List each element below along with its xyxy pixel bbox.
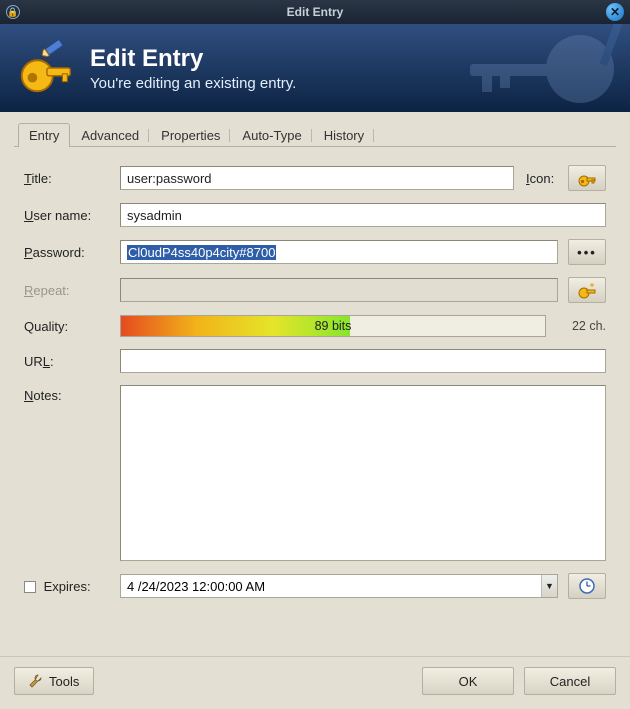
icon-button[interactable] (568, 165, 606, 191)
expires-checkbox[interactable] (24, 581, 36, 593)
key-pencil-icon (14, 37, 76, 99)
title-field[interactable] (120, 166, 514, 190)
expires-date-field[interactable] (121, 577, 541, 596)
tools-label: Tools (49, 674, 79, 689)
url-label: URL: (24, 354, 110, 369)
tab-properties[interactable]: Properties (150, 123, 231, 147)
notes-field[interactable] (120, 385, 606, 561)
app-icon: 🔒 (6, 5, 20, 19)
tab-advanced[interactable]: Advanced (70, 123, 150, 147)
icon-label: Icon: (524, 171, 558, 186)
generate-password-button[interactable] (568, 277, 606, 303)
repeat-label: Repeat: (24, 283, 110, 298)
repeat-field (120, 278, 558, 302)
titlebar: 🔒 Edit Entry ✕ (0, 0, 630, 24)
char-count: 22 ch. (556, 319, 606, 333)
banner-subtitle: You're editing an existing entry. (90, 75, 296, 92)
tab-auto-type[interactable]: Auto-Type (231, 123, 312, 147)
password-label: Password: (24, 245, 110, 260)
wrench-icon (29, 674, 43, 688)
banner-heading: Edit Entry (90, 45, 296, 73)
tab-bar: Entry Advanced Properties Auto-Type Hist… (14, 122, 616, 147)
ok-button[interactable]: OK (422, 667, 514, 695)
quality-label: Quality: (24, 319, 110, 334)
entry-form: Title: Icon: User name: Password: (14, 147, 616, 648)
username-field[interactable] (120, 203, 606, 227)
window-title: Edit Entry (0, 5, 630, 19)
expires-clock-button[interactable] (568, 573, 606, 599)
quality-bar: 89 bits (120, 315, 546, 337)
footer: Tools OK Cancel (0, 656, 630, 703)
chevron-down-icon[interactable]: ▼ (541, 575, 557, 597)
tab-entry[interactable]: Entry (18, 123, 70, 147)
tab-history[interactable]: History (313, 123, 375, 147)
quality-text: 89 bits (121, 316, 545, 336)
expires-label: Expires: (44, 579, 91, 594)
password-field[interactable]: Cl0udP4ss40p4city#8700 (120, 240, 558, 264)
password-value: Cl0udP4ss40p4city#8700 (127, 245, 276, 260)
expires-control[interactable]: Expires: (24, 579, 110, 594)
key-icon (577, 168, 597, 188)
key-spark-icon (577, 280, 597, 300)
cancel-button[interactable]: Cancel (524, 667, 616, 695)
expires-date-combo[interactable]: ▼ (120, 574, 558, 598)
username-label: User name: (24, 208, 110, 223)
banner-text: Edit Entry You're editing an existing en… (90, 45, 296, 92)
banner: Edit Entry You're editing an existing en… (0, 24, 630, 112)
notes-label: Notes: (24, 385, 110, 403)
url-field[interactable] (120, 349, 606, 373)
banner-bg-key-icon (440, 24, 630, 112)
clock-icon (578, 577, 596, 595)
title-label: Title: (24, 171, 110, 186)
dots-icon: ••• (577, 245, 597, 260)
tools-button[interactable]: Tools (14, 667, 94, 695)
toggle-password-button[interactable]: ••• (568, 239, 606, 265)
close-icon[interactable]: ✕ (606, 3, 624, 21)
